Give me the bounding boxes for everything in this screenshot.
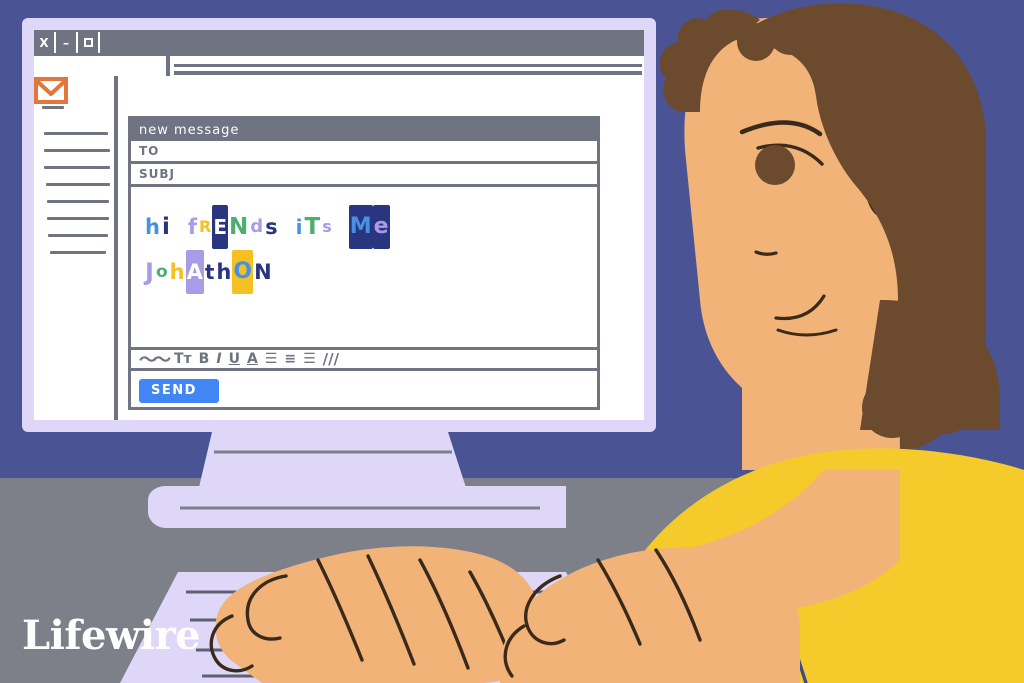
subject-label: SUBJ: [139, 167, 175, 181]
text-color-icon[interactable]: A: [247, 349, 258, 369]
eye-pupil: [755, 145, 795, 185]
bullet-list-icon[interactable]: ≡: [284, 349, 296, 369]
message-letter: d: [250, 215, 264, 237]
send-row: SEND: [131, 374, 597, 407]
maximize-glyph: [83, 38, 93, 47]
minimize-icon[interactable]: –: [56, 32, 78, 53]
hair-curl-1: [737, 23, 775, 61]
message-letter: h: [216, 260, 232, 284]
mail-envelope-icon[interactable]: [34, 76, 68, 104]
message-letter: i: [295, 214, 303, 239]
clear-formatting-icon[interactable]: ///: [323, 349, 339, 369]
message-letter: M: [348, 204, 373, 249]
sidebar-item-line[interactable]: [44, 166, 110, 169]
message-letter: N: [228, 213, 249, 240]
window-titlebar: X –: [34, 30, 644, 56]
sidebar-item-line[interactable]: [44, 149, 110, 152]
sidebar-item-line[interactable]: [48, 234, 108, 237]
send-button[interactable]: SEND: [139, 378, 219, 403]
sidebar-item-line[interactable]: [50, 251, 106, 254]
close-icon[interactable]: X: [34, 32, 56, 53]
message-letter: h: [145, 214, 160, 239]
message-letter: O: [232, 250, 254, 294]
minimize-glyph: –: [63, 35, 69, 50]
message-letter: R: [198, 216, 212, 236]
sidebar-nav-list: [44, 132, 110, 268]
message-letter: t: [204, 260, 215, 284]
maximize-icon[interactable]: [78, 32, 100, 53]
message-letter: T: [304, 213, 321, 240]
compose-header: new message: [131, 119, 597, 141]
illustration-canvas: X – new message TO SUBJ hi f R EN ds iT …: [0, 0, 1024, 683]
message-letter: h: [169, 260, 185, 284]
message-line: hi f R EN ds iT s Me: [143, 203, 597, 249]
message-letter: A: [185, 250, 204, 294]
address-bar-line-2: [174, 71, 642, 75]
sidebar-item-line[interactable]: [44, 132, 108, 135]
sidebar-item-line[interactable]: [46, 183, 110, 186]
message-letter: f: [187, 214, 197, 239]
squiggle-underline-icon[interactable]: 〜〜: [139, 349, 171, 371]
message-letter: i: [161, 213, 170, 240]
message-letter: E: [212, 204, 228, 249]
hamburger-bar: [42, 106, 64, 109]
close-glyph: X: [39, 35, 49, 50]
underline-icon[interactable]: U: [229, 349, 240, 369]
align-justify-icon[interactable]: ☰: [303, 349, 316, 369]
address-bar-line-1: [174, 64, 642, 67]
hair-curl-2: [769, 13, 811, 55]
compose-window: new message TO SUBJ hi f R EN ds iT s Me JohA th…: [128, 116, 600, 410]
font-size-icon[interactable]: Tт: [174, 349, 192, 369]
message-letter: s: [265, 214, 278, 239]
message-word: JohA thON: [143, 249, 274, 294]
align-left-icon[interactable]: ☰: [265, 349, 278, 369]
formatting-toolbar: 〜〜 Tт B I U A ☰ ≡ ☰ ///: [131, 347, 597, 371]
to-field[interactable]: TO: [131, 141, 597, 164]
subject-field[interactable]: SUBJ: [131, 164, 597, 187]
hair-curl-6: [857, 115, 895, 153]
message-letter: e: [372, 204, 390, 249]
message-letter: s: [322, 216, 332, 236]
email-client-window: X – new message TO SUBJ hi f R EN ds iT …: [34, 30, 644, 420]
message-word: f R EN ds: [186, 204, 280, 249]
bold-icon[interactable]: B: [199, 349, 210, 369]
message-letter: o: [155, 262, 168, 282]
sidebar-item-line[interactable]: [47, 217, 109, 220]
mail-sidebar: [34, 76, 118, 420]
sidebar-item-line[interactable]: [47, 200, 109, 203]
message-word: Me: [348, 204, 391, 249]
message-word: iT s: [294, 204, 334, 249]
message-letter: N: [254, 260, 272, 284]
to-label: TO: [139, 144, 160, 158]
message-word: hi: [143, 204, 172, 249]
italic-icon[interactable]: I: [216, 349, 221, 369]
hair-curl-5: [848, 80, 888, 120]
window-body: new message TO SUBJ hi f R EN ds iT s Me JohA th…: [34, 76, 644, 420]
message-line: JohA thON: [143, 249, 597, 294]
active-tab[interactable]: [34, 56, 170, 76]
message-letter: J: [145, 258, 154, 286]
lifewire-watermark: Lifewire: [22, 612, 201, 659]
